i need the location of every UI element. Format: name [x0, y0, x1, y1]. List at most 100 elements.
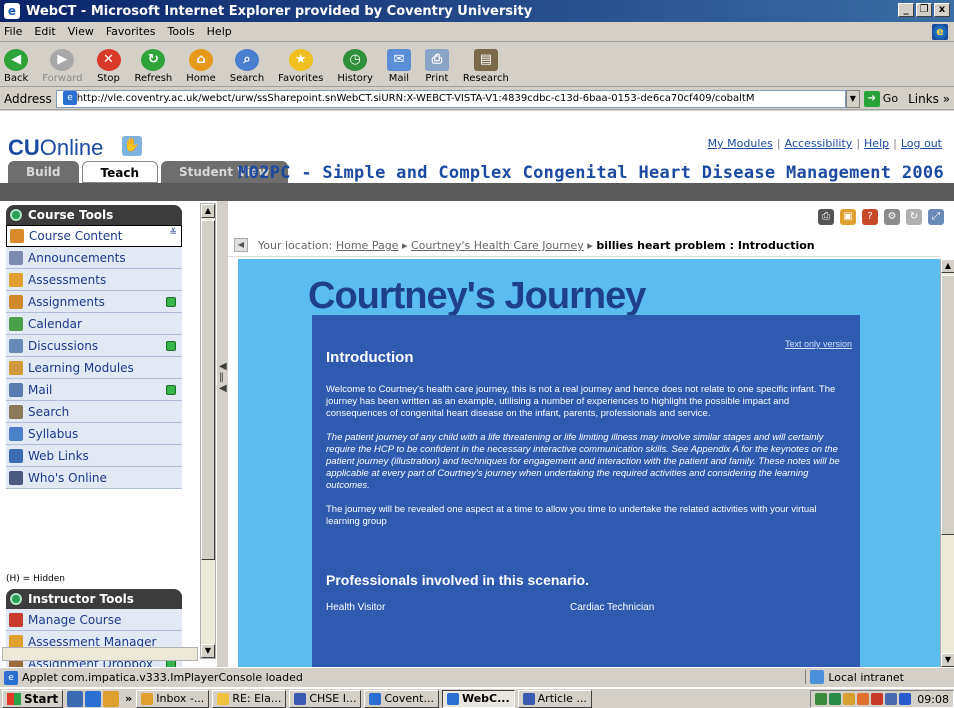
- links-button[interactable]: Links »: [908, 92, 950, 106]
- expand-menu-icon[interactable]: ≚: [169, 228, 177, 238]
- window-title-bar[interactable]: e WebCT - Microsoft Internet Explorer pr…: [0, 0, 954, 22]
- favorites-button[interactable]: ★ Favorites: [278, 49, 323, 84]
- refresh-page-icon[interactable]: ↻: [906, 209, 922, 225]
- tray-network-icon[interactable]: [815, 693, 828, 705]
- breadcrumb-back-icon[interactable]: ◀: [234, 238, 248, 252]
- toolbar-label: Mail: [388, 73, 410, 84]
- scroll-up-icon[interactable]: ▲: [201, 204, 215, 218]
- course-content-icon: [10, 229, 24, 243]
- toolbar-label: Research: [462, 73, 509, 84]
- back-button[interactable]: ◀ Back: [4, 49, 28, 84]
- left-vertical-scrollbar[interactable]: ▲ ▼: [200, 203, 216, 659]
- tray-messenger-icon[interactable]: [857, 693, 870, 705]
- sidebar-item-manage-course[interactable]: Manage Course: [6, 609, 182, 631]
- desktop-icon[interactable]: [67, 690, 84, 707]
- scroll-up-icon[interactable]: ▲: [941, 259, 954, 273]
- menu-view[interactable]: View: [68, 25, 94, 38]
- frame-splitter[interactable]: ◀ ‖ ◀: [217, 201, 228, 667]
- log-out-link[interactable]: Log out: [901, 137, 942, 150]
- maximize-button[interactable]: ❐: [916, 3, 932, 17]
- menu-favorites[interactable]: Favorites: [106, 25, 156, 38]
- accessibility-link[interactable]: Accessibility: [785, 137, 853, 150]
- taskbar-button[interactable]: Covent...: [364, 689, 439, 708]
- sidebar-item-who-s-online[interactable]: Who's Online: [6, 467, 182, 489]
- tray-antivirus-icon[interactable]: [871, 693, 884, 705]
- stop-button[interactable]: ✕ Stop: [96, 49, 121, 84]
- print-icon[interactable]: ⎙: [818, 209, 834, 225]
- forward-button[interactable]: ▶ Forward: [42, 49, 83, 84]
- outlook-icon[interactable]: [103, 690, 120, 707]
- breadcrumb-journey-link[interactable]: Courtney's Health Care Journey: [411, 239, 584, 252]
- menu-file[interactable]: File: [4, 25, 22, 38]
- taskbar-button[interactable]: Article ...: [517, 689, 592, 708]
- bookmark-icon[interactable]: ▣: [840, 209, 856, 225]
- scroll-thumb[interactable]: [941, 275, 954, 535]
- sidebar-item-web-links[interactable]: Web Links: [6, 445, 182, 467]
- go-button[interactable]: ➜ Go: [863, 90, 898, 107]
- sidebar-item-course-content[interactable]: Course Content ≚: [6, 225, 182, 247]
- search-button[interactable]: ⌕ Search: [230, 49, 264, 84]
- start-button[interactable]: Start: [2, 689, 64, 708]
- sidebar-item-mail[interactable]: Mail: [6, 379, 182, 401]
- home-button[interactable]: ⌂ Home: [186, 49, 216, 84]
- close-button[interactable]: x: [934, 3, 950, 17]
- breadcrumb-home-link[interactable]: Home Page: [336, 239, 399, 252]
- tab-build[interactable]: Build: [8, 161, 79, 183]
- refresh-button[interactable]: ↻ Refresh: [135, 49, 172, 84]
- professionals-list: Health Visitor Cardiac Technician: [326, 602, 846, 613]
- help-link[interactable]: Help: [864, 137, 889, 150]
- settings-icon[interactable]: ⚙: [884, 209, 900, 225]
- scroll-down-icon[interactable]: ▼: [201, 644, 215, 658]
- taskbar-button[interactable]: RE: Ela...: [212, 689, 287, 708]
- research-button[interactable]: ▤ Research: [463, 49, 509, 84]
- toolbar-label: History: [337, 73, 373, 84]
- content-vertical-scrollbar[interactable]: ▲ ▼: [940, 259, 954, 667]
- scroll-down-icon[interactable]: ▼: [941, 653, 954, 667]
- sidebar-item-search[interactable]: Search: [6, 401, 182, 423]
- tab-teach[interactable]: Teach: [81, 161, 158, 183]
- sidebar-item-syllabus[interactable]: Syllabus: [6, 423, 182, 445]
- taskbar-button[interactable]: CHSE I...: [289, 689, 362, 708]
- search-icon: ⌕: [234, 49, 259, 71]
- history-button[interactable]: ◷ History: [337, 49, 373, 84]
- sidebar-item-assessments[interactable]: Assessments: [6, 269, 182, 291]
- print-button[interactable]: ⎙ Print: [424, 49, 449, 84]
- tray-update-icon[interactable]: [843, 693, 856, 705]
- sidebar-item-announcements[interactable]: Announcements: [6, 247, 182, 269]
- ie-icon[interactable]: [85, 690, 102, 707]
- cu-online-logo[interactable]: CUOnline: [8, 135, 103, 161]
- sidebar-item-label: Calendar: [28, 316, 82, 331]
- sidebar-item-calendar[interactable]: Calendar: [6, 313, 182, 335]
- address-dropdown-button[interactable]: ▼: [845, 89, 860, 108]
- my-modules-link[interactable]: My Modules: [708, 137, 773, 150]
- sidebar-item-learning-modules[interactable]: Learning Modules: [6, 357, 182, 379]
- scroll-thumb[interactable]: [201, 220, 215, 560]
- minimize-button[interactable]: _: [898, 3, 914, 17]
- toolbar-label: Back: [4, 73, 29, 84]
- expand-icon[interactable]: ⤢: [928, 209, 944, 225]
- taskbar-button[interactable]: Inbox -...: [136, 689, 210, 708]
- collapse-arrows-icon[interactable]: ◀ ‖ ◀: [219, 361, 227, 394]
- word-icon: [522, 692, 535, 705]
- toolbar-label: Search: [229, 73, 265, 84]
- taskbar-button[interactable]: WebC...: [441, 689, 515, 708]
- menu-tools[interactable]: Tools: [168, 25, 195, 38]
- professional-item: Cardiac Technician: [570, 602, 655, 613]
- task-buttons: Inbox -... RE: Ela... CHSE I... Covent... We…: [136, 689, 595, 708]
- left-horizontal-scrollbar[interactable]: [2, 647, 198, 661]
- menu-edit[interactable]: Edit: [34, 25, 55, 38]
- help-icon[interactable]: ?: [862, 209, 878, 225]
- sidebar-item-assignments[interactable]: Assignments: [6, 291, 182, 313]
- tray-volume-icon[interactable]: [885, 693, 898, 705]
- tray-security-icon[interactable]: [829, 693, 842, 705]
- mail-button[interactable]: ✉ Mail: [386, 49, 411, 84]
- sidebar-item-label: Manage Course: [28, 612, 122, 627]
- text-only-link[interactable]: Text only version: [785, 339, 852, 349]
- tray-display-icon[interactable]: [899, 693, 912, 705]
- toolbar-label: Stop: [97, 73, 120, 84]
- menu-help[interactable]: Help: [207, 25, 232, 38]
- quick-launch-more[interactable]: »: [125, 692, 132, 705]
- address-input[interactable]: [55, 89, 846, 108]
- sidebar-item-discussions[interactable]: Discussions: [6, 335, 182, 357]
- left-nav-frame: Course Tools Course Content ≚ Announcement…: [0, 201, 228, 708]
